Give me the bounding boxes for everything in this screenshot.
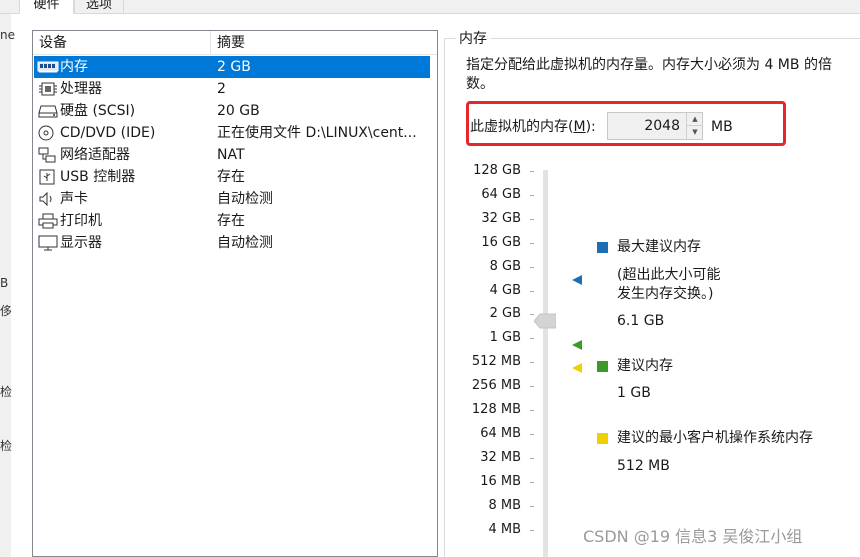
min-recommended-value: 512 MB xyxy=(617,458,670,474)
sound-card-icon xyxy=(37,191,59,207)
slider-tick xyxy=(530,530,534,531)
device-summary: NAT xyxy=(217,147,245,163)
edge-fragment: ne xyxy=(0,28,15,42)
min-recommended-swatch xyxy=(597,433,608,444)
device-name: 硬盘 (SCSI) xyxy=(60,103,136,119)
memory-slider-track[interactable] xyxy=(543,170,548,557)
edge-fragment: 检 xyxy=(0,439,13,453)
device-name: USB 控制器 xyxy=(60,169,136,185)
tab-options[interactable]: 选项 xyxy=(74,0,124,14)
edge-fragment: B xyxy=(0,276,9,290)
slider-tick-label: 1 GB xyxy=(489,330,521,346)
memory-group-title: 内存 xyxy=(456,30,490,48)
recommended-label: 建议内存 xyxy=(617,358,673,374)
device-list-header: 设备 摘要 xyxy=(33,31,437,55)
max-recommended-value: 6.1 GB xyxy=(617,313,665,329)
device-row-network-adapter[interactable]: 网络适配器 NAT xyxy=(34,144,430,166)
device-name: 处理器 xyxy=(60,81,102,97)
device-row-memory[interactable]: 内存 2 GB xyxy=(34,56,430,78)
column-header-summary[interactable]: 摘要 xyxy=(211,31,437,55)
printer-icon xyxy=(37,213,59,229)
slider-tick xyxy=(530,410,534,411)
slider-tick xyxy=(530,362,534,363)
slider-tick xyxy=(530,506,534,507)
device-summary: 正在使用文件 D:\LINUX\cent... xyxy=(217,125,417,141)
max-recommended-note: 发生内存交换。) xyxy=(617,286,714,302)
slider-tick-label: 128 MB xyxy=(471,402,521,417)
slider-tick-label: 64 MB xyxy=(480,425,521,441)
slider-tick xyxy=(530,291,534,292)
device-name: 声卡 xyxy=(60,191,88,207)
recommended-value: 1 GB xyxy=(617,385,651,401)
min-recommended-label: 建议的最小客户机操作系统内存 xyxy=(617,430,813,446)
device-name: 打印机 xyxy=(60,213,102,229)
device-summary: 20 GB xyxy=(217,103,260,119)
slider-tick-label: 4 MB xyxy=(488,521,521,537)
device-name: 网络适配器 xyxy=(60,147,130,163)
device-row-cd-dvd[interactable]: CD/DVD (IDE) 正在使用文件 D:\LINUX\cent... xyxy=(34,122,430,144)
slider-tick-label: 32 GB xyxy=(481,210,521,226)
slider-tick xyxy=(530,458,534,459)
slider-tick xyxy=(530,219,534,220)
processor-icon xyxy=(37,81,59,97)
slider-tick xyxy=(530,434,534,435)
slider-tick xyxy=(530,267,534,268)
device-name: CD/DVD (IDE) xyxy=(60,125,156,141)
memory-icon xyxy=(37,59,59,75)
device-summary: 2 xyxy=(217,81,226,97)
network-adapter-icon xyxy=(37,147,59,163)
slider-tick-label: 16 GB xyxy=(481,234,521,250)
slider-tick-label: 32 MB xyxy=(480,449,521,465)
slider-tick-label: 64 GB xyxy=(481,186,521,202)
slider-tick-label: 2 GB xyxy=(489,306,521,322)
slider-tick-label: 16 MB xyxy=(480,473,521,489)
display-icon xyxy=(37,235,59,251)
device-row-usb[interactable]: USB 控制器 存在 xyxy=(34,166,430,188)
recommended-marker-icon xyxy=(572,340,582,350)
column-header-device[interactable]: 设备 xyxy=(33,31,210,55)
slider-tick-label: 256 MB xyxy=(471,378,521,394)
max-recommended-note: (超出此大小可能 xyxy=(617,267,721,283)
slider-tick-label: 8 GB xyxy=(489,258,521,274)
slider-tick xyxy=(530,171,534,172)
red-highlight-annotation xyxy=(466,101,786,146)
device-name: 显示器 xyxy=(60,235,102,251)
memory-description: 指定分配给此虚拟机的内存量。内存大小必须为 4 MB 的倍数。 xyxy=(466,57,832,92)
device-summary: 存在 xyxy=(217,169,245,185)
cd-dvd-icon xyxy=(37,125,59,141)
slider-tick-label: 128 GB xyxy=(473,163,521,178)
memory-slider-thumb[interactable] xyxy=(533,313,557,329)
max-recommended-swatch xyxy=(597,242,608,253)
edge-fragment: 侈 xyxy=(0,304,13,318)
watermark: CSDN @19 信息3 吴俊江小组 xyxy=(583,527,803,546)
usb-icon xyxy=(37,169,59,185)
device-row-sound-card[interactable]: 声卡 自动检测 xyxy=(34,188,430,210)
edge-fragment: 检 xyxy=(0,385,13,399)
slider-tick-label: 8 MB xyxy=(488,497,521,513)
recommended-swatch xyxy=(597,361,608,372)
slider-tick-label: 4 GB xyxy=(489,282,521,298)
slider-tick xyxy=(530,386,534,387)
max-recommended-label: 最大建议内存 xyxy=(617,239,701,255)
device-row-printer[interactable]: 打印机 存在 xyxy=(34,210,430,232)
device-summary: 自动检测 xyxy=(217,235,273,251)
tab-hardware[interactable]: 硬件 xyxy=(19,0,74,14)
tab-strip xyxy=(0,0,860,14)
device-summary: 存在 xyxy=(217,213,245,229)
device-summary: 自动检测 xyxy=(217,191,273,207)
device-row-processor[interactable]: 处理器 2 xyxy=(34,78,430,100)
device-row-hard-disk[interactable]: 硬盘 (SCSI) 20 GB xyxy=(34,100,430,122)
device-row-display[interactable]: 显示器 自动检测 xyxy=(34,232,430,254)
slider-tick xyxy=(530,195,534,196)
device-name: 内存 xyxy=(60,59,88,75)
device-summary: 2 GB xyxy=(217,59,251,75)
min-recommended-marker-icon xyxy=(572,363,582,373)
slider-tick xyxy=(530,338,534,339)
slider-tick-label: 512 MB xyxy=(471,354,521,370)
hard-disk-icon xyxy=(37,103,59,119)
slider-tick xyxy=(530,243,534,244)
max-recommended-marker-icon xyxy=(572,275,582,285)
slider-tick xyxy=(530,482,534,483)
